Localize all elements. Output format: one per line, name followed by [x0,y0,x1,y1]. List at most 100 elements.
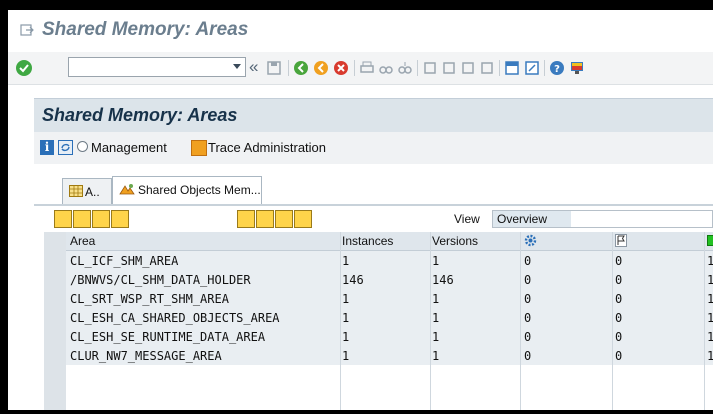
command-field[interactable] [68,57,246,77]
enter-check-icon[interactable] [16,60,32,76]
chevron-down-icon[interactable] [233,64,241,69]
hierarchy-icon[interactable] [294,210,312,228]
find-next-icon[interactable] [397,60,413,76]
previous-page-icon[interactable] [441,60,457,76]
management-label[interactable]: Management [91,140,167,155]
table-cell-c5[interactable]: 0 [615,254,622,268]
separator [499,60,500,76]
table-header-row: Area Instances Versions [66,232,713,251]
details-icon[interactable] [54,210,72,228]
empty-table-row[interactable] [66,403,713,410]
table-cell-area[interactable]: CL_ESH_SE_RUNTIME_DATA_AREA [70,330,265,344]
table-cell-c6[interactable]: 1 [707,311,713,325]
help-icon[interactable]: ? [549,60,565,76]
table-cell-c6[interactable]: 1 [707,292,713,306]
separator [354,60,355,76]
customize-layout-icon[interactable] [569,60,585,76]
delete-icon[interactable] [275,210,293,228]
table-cell-c5[interactable]: 0 [615,349,622,363]
tab-strip-border [34,204,713,206]
table-row[interactable]: CL_ICF_SHM_AREA 1 1 0 0 1 [66,251,713,271]
table-cell-versions[interactable]: 146 [432,273,454,287]
select-all-icon[interactable] [73,210,91,228]
table-cell-c4[interactable]: 0 [524,349,531,363]
table-row[interactable]: CL_ESH_SE_RUNTIME_DATA_AREA 1 1 0 0 1 [66,327,713,347]
tab-shared-objects-memory[interactable]: Shared Objects Mem... [112,176,262,204]
green-status-icon[interactable] [707,235,713,246]
table-cell-versions[interactable]: 1 [432,254,439,268]
table-cell-instances[interactable]: 1 [342,330,349,344]
column-header-versions[interactable]: Versions [432,234,478,248]
table-row[interactable]: CLUR_NW7_MESSAGE_AREA 1 1 0 0 1 [66,346,713,366]
table-cell-area[interactable]: /BNWVS/CL_SHM_DATA_HOLDER [70,273,251,287]
column-header-instances[interactable]: Instances [342,234,393,248]
table-cell-c5[interactable]: 0 [615,292,622,306]
table-cell-c6[interactable]: 14 [707,273,713,287]
application-toolbar: i Management Trace Administration [34,132,713,164]
management-radio[interactable] [77,141,88,152]
record-icon[interactable] [256,210,274,228]
table-cell-c6[interactable]: 1 [707,349,713,363]
table-cell-area[interactable]: CL_ICF_SHM_AREA [70,254,178,268]
table-cell-c4[interactable]: 0 [524,273,531,287]
tab-areas[interactable]: A.. [62,178,112,204]
table-cell-c5[interactable]: 0 [615,311,622,325]
info-icon[interactable]: i [40,140,54,155]
print-icon[interactable] [359,60,375,76]
next-page-icon[interactable] [460,60,476,76]
trace-administration-button[interactable]: Trace Administration [208,140,326,155]
empty-table-row[interactable] [66,384,713,404]
table-cell-versions[interactable]: 1 [432,311,439,325]
table-cell-instances[interactable]: 1 [342,254,349,268]
collapse-chevron-icon[interactable]: « [249,57,258,77]
table-cell-c5[interactable]: 0 [615,330,622,344]
table-cell-c4[interactable]: 0 [524,292,531,306]
filter-icon[interactable] [111,210,129,228]
trace-administration-icon[interactable] [191,140,207,156]
select-layout-icon[interactable] [237,210,255,228]
shared-objects-icon [119,184,135,195]
table-cell-instances[interactable]: 1 [342,311,349,325]
table-cell-area[interactable]: CL_ESH_CA_SHARED_OBJECTS_AREA [70,311,280,325]
table-row[interactable]: /BNWVS/CL_SHM_DATA_HOLDER 146 146 0 0 14 [66,270,713,290]
flag-icon[interactable] [615,234,627,247]
tab-label: A.. [85,185,100,199]
table-cell-c6[interactable]: 1 [707,330,713,344]
first-page-icon[interactable] [422,60,438,76]
table-row[interactable]: CL_ESH_CA_SHARED_OBJECTS_AREA 1 1 0 0 1 [66,308,713,328]
column-divider [612,232,613,410]
column-divider [340,232,341,410]
last-page-icon[interactable] [479,60,495,76]
column-header-area[interactable]: Area [70,234,95,248]
shortcut-icon[interactable] [524,60,540,76]
table-cell-versions[interactable]: 1 [432,349,439,363]
row-selector-column[interactable] [44,232,66,410]
sort-ascending-icon[interactable] [92,210,110,228]
table-cell-instances[interactable]: 1 [342,292,349,306]
table-cell-area[interactable]: CL_SRT_WSP_RT_SHM_AREA [70,292,229,306]
gear-icon[interactable] [524,234,537,247]
find-icon[interactable] [378,60,394,76]
table-cell-c4[interactable]: 0 [524,330,531,344]
table-cell-versions[interactable]: 1 [432,330,439,344]
exit-icon[interactable] [20,23,34,37]
cancel-icon[interactable] [333,60,349,76]
table-cell-instances[interactable]: 146 [342,273,364,287]
exit-icon[interactable] [313,60,329,76]
empty-table-row[interactable] [66,365,713,385]
new-session-icon[interactable] [504,60,520,76]
table-cell-versions[interactable]: 1 [432,292,439,306]
refresh-icon[interactable] [58,140,73,155]
view-select[interactable]: Overview [492,210,713,228]
table-row[interactable]: CL_SRT_WSP_RT_SHM_AREA 1 1 0 0 1 [66,289,713,309]
table-cell-c6[interactable]: 1 [707,254,713,268]
save-icon[interactable] [266,60,282,76]
system-toolbar: « ? [8,52,713,85]
back-icon[interactable] [293,60,309,76]
table-cell-c4[interactable]: 0 [524,254,531,268]
view-label: View [454,212,480,226]
table-cell-c4[interactable]: 0 [524,311,531,325]
table-cell-c5[interactable]: 0 [615,273,622,287]
table-cell-instances[interactable]: 1 [342,349,349,363]
table-cell-area[interactable]: CLUR_NW7_MESSAGE_AREA [70,349,222,363]
